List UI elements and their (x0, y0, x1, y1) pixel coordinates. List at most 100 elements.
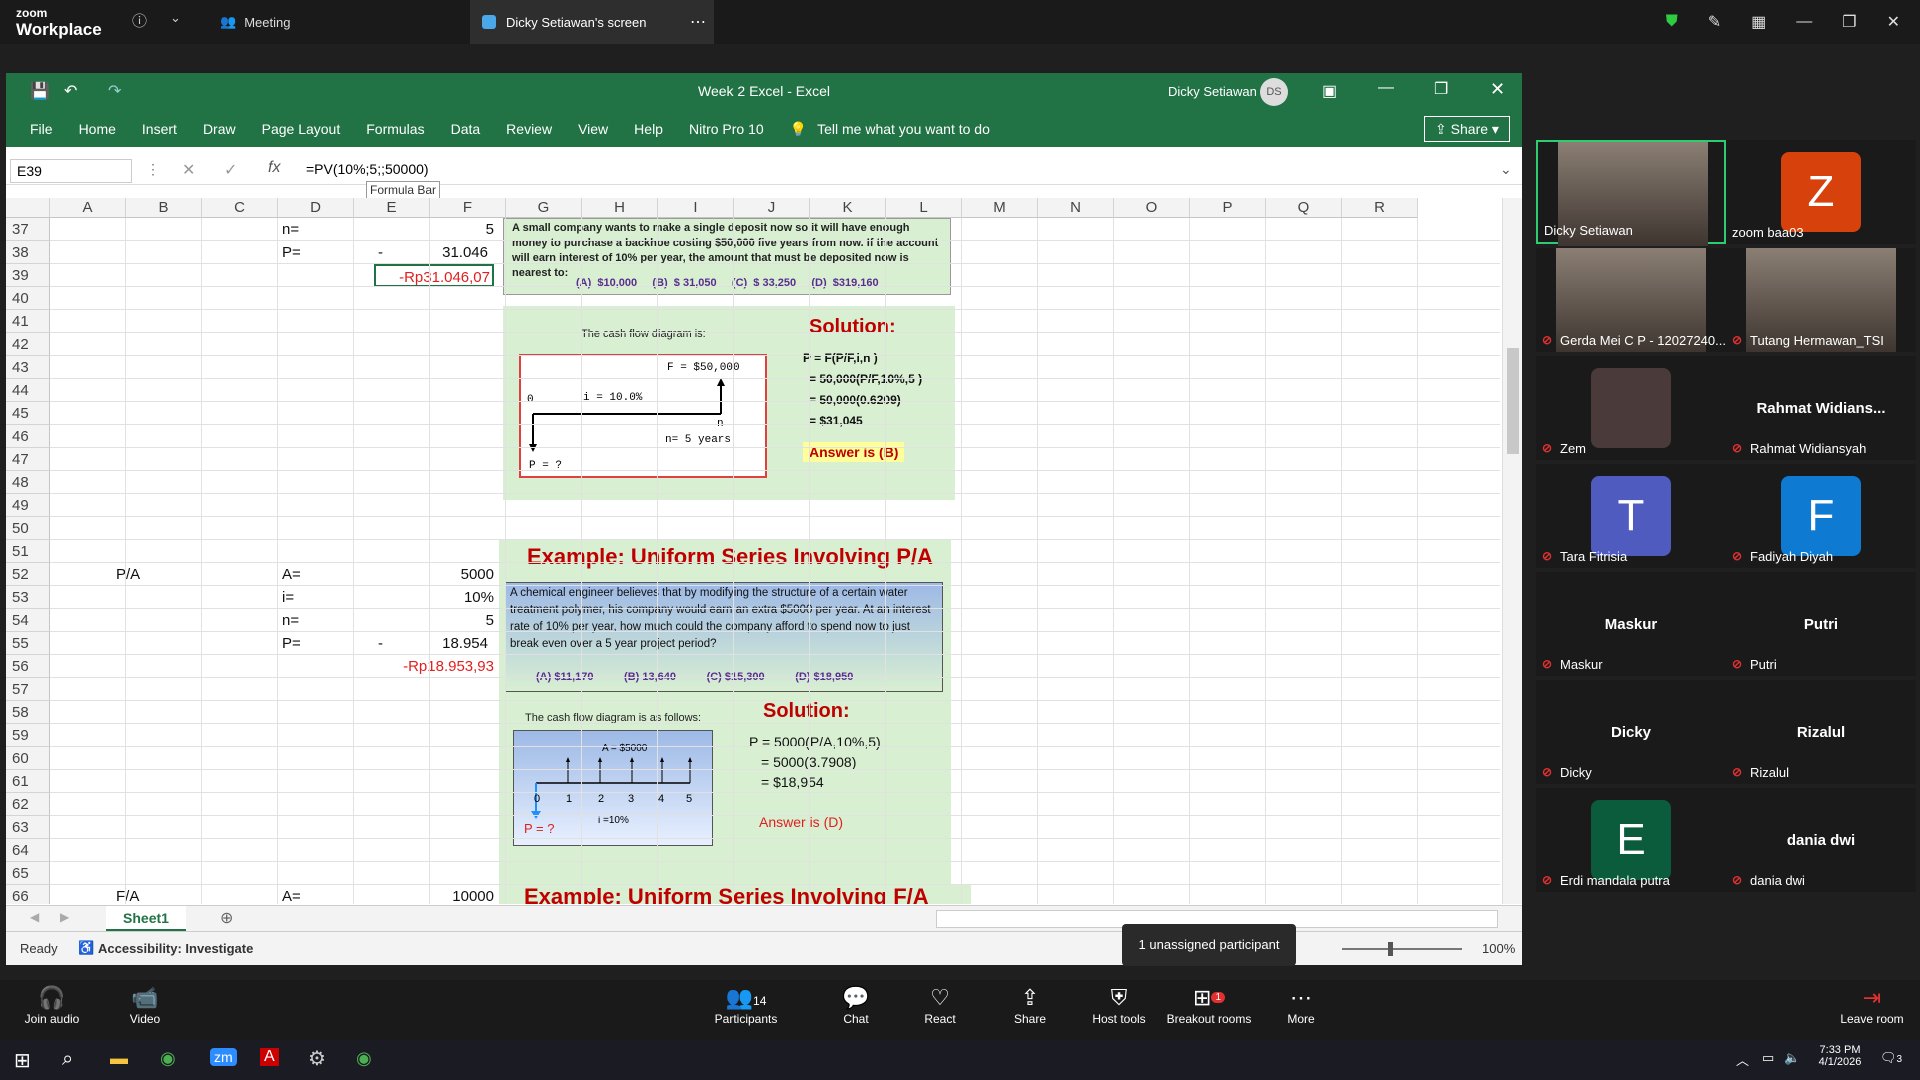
row-header-52[interactable]: 52 (6, 563, 50, 586)
participants-button[interactable]: 👥14 Participants (706, 980, 786, 1040)
row-header-54[interactable]: 54 (6, 609, 50, 632)
close-icon[interactable]: ✕ (1887, 12, 1900, 32)
settings-gear-icon[interactable]: ⚙ (308, 1046, 326, 1071)
menu-home[interactable]: Home (79, 121, 116, 137)
row-header-58[interactable]: 58 (6, 701, 50, 724)
cell-d37[interactable]: n= (282, 218, 299, 241)
more-button[interactable]: ⋯ More (1284, 980, 1318, 1040)
participant-tile[interactable]: Rahmat Widians... ⊘ Rahmat Widiansyah (1726, 356, 1916, 460)
col-header-b[interactable]: B (126, 198, 202, 218)
participant-tile[interactable]: F ⊘ Fadiyah Diyah (1726, 464, 1916, 568)
layout-icon[interactable]: ▦ (1751, 12, 1766, 32)
row-header-38[interactable]: 38 (6, 241, 50, 264)
row-header-62[interactable]: 62 (6, 793, 50, 816)
row-header-59[interactable]: 59 (6, 724, 50, 747)
col-header-p[interactable]: P (1190, 198, 1266, 218)
excel-minimize-icon[interactable]: — (1378, 79, 1394, 97)
cell-b66[interactable]: F/A (116, 885, 139, 904)
row-header-40[interactable]: 40 (6, 287, 50, 310)
col-header-e[interactable]: E (354, 198, 430, 218)
windows-start-icon[interactable]: ⊞ (14, 1048, 31, 1073)
tell-me-search[interactable]: Tell me what you want to do (817, 121, 990, 137)
participant-tile[interactable]: Maskur ⊘ Maskur (1536, 572, 1726, 676)
enter-icon[interactable]: ✓ (224, 160, 237, 180)
row-header-45[interactable]: 45 (6, 402, 50, 425)
next-sheet-icon[interactable]: ▶ (60, 910, 69, 924)
row-header-46[interactable]: 46 (6, 425, 50, 448)
cell-d51[interactable]: A= (282, 563, 301, 586)
cell-d53[interactable]: n= (282, 609, 299, 632)
zoom-percent[interactable]: 100% (1482, 941, 1515, 956)
video-button[interactable]: 📹 Video (120, 980, 170, 1040)
breakout-rooms-button[interactable]: ⊞ 1 Breakout rooms (1166, 980, 1252, 1040)
row-header-63[interactable]: 63 (6, 816, 50, 839)
host-tools-button[interactable]: ⛨ Host tools (1090, 980, 1148, 1040)
cell-d66[interactable]: A= (282, 885, 301, 904)
participant-tile[interactable]: ⊘ Zem (1536, 356, 1726, 460)
acrobat-icon[interactable]: A (260, 1048, 279, 1066)
vertical-scrollbar[interactable] (1502, 198, 1522, 904)
volume-icon[interactable]: 🔈 (1784, 1050, 1800, 1066)
menu-insert[interactable]: Insert (142, 121, 177, 137)
row-header-56[interactable]: 56 (6, 655, 50, 678)
participant-tile[interactable]: Dicky ⊘ Dicky (1536, 680, 1726, 784)
row-header-42[interactable]: 42 (6, 333, 50, 356)
zoom-slider-thumb[interactable] (1388, 942, 1393, 956)
col-header-d[interactable]: D (278, 198, 354, 218)
name-box[interactable]: E39 (10, 159, 132, 183)
spreadsheet-grid[interactable]: n= 5 P= - 31.046 -Rp31.046,07 P/A A= 500… (6, 198, 1501, 904)
participant-tile[interactable]: E ⊘ Erdi mandala putra (1536, 788, 1726, 892)
file-explorer-icon[interactable]: ▬ (110, 1048, 128, 1069)
cell-b51[interactable]: P/A (116, 563, 140, 586)
menu-review[interactable]: Review (506, 121, 552, 137)
row-header-53[interactable]: 53 (6, 586, 50, 609)
share-screen-button[interactable]: ⇪ Share (1010, 980, 1050, 1040)
cell-e66[interactable]: 10000 (376, 885, 494, 904)
chrome-icon[interactable]: ◉ (160, 1048, 176, 1069)
cell-e51[interactable]: 5000 (376, 563, 494, 586)
restore-icon[interactable]: ❐ (1842, 12, 1856, 32)
row-header-61[interactable]: 61 (6, 770, 50, 793)
chevron-down-icon[interactable]: ⌄ (170, 10, 181, 26)
meeting-tab[interactable]: 👥 Meeting (220, 0, 290, 44)
pen-icon[interactable]: ✎ (1708, 12, 1721, 32)
react-button[interactable]: ♡ React (920, 980, 960, 1040)
row-header-44[interactable]: 44 (6, 379, 50, 402)
user-avatar[interactable]: DS (1260, 78, 1288, 106)
join-audio-button[interactable]: 🎧 Join audio (20, 980, 84, 1040)
row-header-37[interactable]: 37 (6, 218, 50, 241)
expand-formula-icon[interactable]: ⌄ (1500, 161, 1512, 178)
col-header-a[interactable]: A (50, 198, 126, 218)
col-header-m[interactable]: M (962, 198, 1038, 218)
prev-sheet-icon[interactable]: ◀ (30, 910, 39, 924)
col-header-k[interactable]: K (810, 198, 886, 218)
row-header-60[interactable]: 60 (6, 747, 50, 770)
add-sheet-icon[interactable]: ⊕ (220, 908, 233, 928)
excel-close-icon[interactable]: ✕ (1490, 79, 1505, 100)
share-button[interactable]: ⇪ Share ▾ (1424, 116, 1510, 142)
excel-restore-icon[interactable]: ❐ (1434, 79, 1448, 99)
col-header-j[interactable]: J (734, 198, 810, 218)
col-header-f[interactable]: F (430, 198, 506, 218)
formula-input[interactable]: =PV(10%;5;;50000) (306, 161, 429, 177)
sheet1-tab[interactable]: Sheet1 (106, 906, 186, 932)
search-icon[interactable]: ⌕ (62, 1048, 73, 1071)
minimize-icon[interactable]: — (1796, 13, 1812, 31)
more-options-icon[interactable]: ⋯ (690, 12, 706, 32)
col-header-g[interactable]: G (506, 198, 582, 218)
row-header-57[interactable]: 57 (6, 678, 50, 701)
participant-tile[interactable]: Rizalul ⊘ Rizalul (1726, 680, 1916, 784)
col-header-i[interactable]: I (658, 198, 734, 218)
row-header-66[interactable]: 66 (6, 885, 50, 904)
vertical-scroll-thumb[interactable] (1507, 348, 1519, 454)
row-header-47[interactable]: 47 (6, 448, 50, 471)
menu-draw[interactable]: Draw (203, 121, 236, 137)
row-header-55[interactable]: 55 (6, 632, 50, 655)
network-icon[interactable]: ▭ (1762, 1050, 1774, 1066)
chrome-active-icon[interactable]: ◉ (356, 1048, 372, 1069)
menu-data[interactable]: Data (451, 121, 481, 137)
participant-tile[interactable]: Dicky Setiawan (1536, 140, 1726, 246)
cell-e55[interactable]: -Rp18.953,93 (376, 655, 494, 678)
col-header-q[interactable]: Q (1266, 198, 1342, 218)
menu-formulas[interactable]: Formulas (366, 121, 424, 137)
